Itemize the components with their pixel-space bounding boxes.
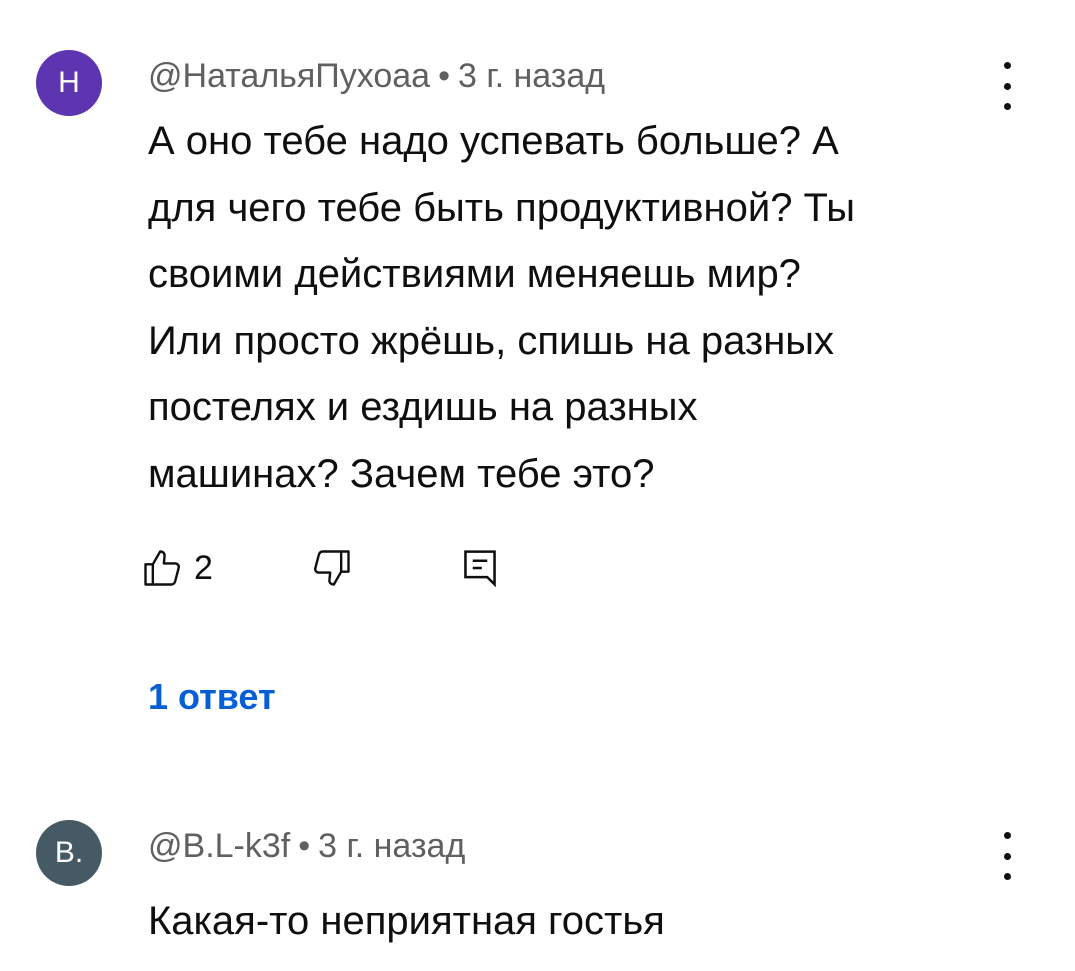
comment-meta: @B.L-k3f • 3 г. назад (148, 826, 465, 866)
author-name[interactable]: @B.L-k3f (148, 827, 290, 865)
comment-text-line: для чего тебе быть продуктивной? Ты (148, 185, 855, 230)
comment-text-line: Какая-то неприятная гостья (148, 899, 665, 943)
more-vertical-icon[interactable] (990, 62, 1024, 110)
thumbs-up-icon (144, 550, 180, 586)
comment-time: 3 г. назад (318, 827, 466, 865)
comment-meta: @НатальяПухоаа • 3 г. назад (148, 56, 605, 96)
avatar[interactable]: B. (36, 820, 102, 886)
comment-text-line: Или просто жрёшь, спишь на разных (148, 318, 835, 363)
reply-button[interactable] (460, 540, 500, 596)
thumbs-down-icon (314, 550, 350, 586)
comment-text-line: своими действиями меняешь мир? (148, 252, 801, 296)
comment-time: 3 г. назад (457, 57, 606, 95)
like-count: 2 (194, 548, 213, 587)
comment-text: А оно тебе надо успевать больше? А для ч… (148, 108, 978, 507)
more-vertical-icon[interactable] (990, 832, 1024, 880)
view-replies-link[interactable]: 1 ответ (148, 676, 276, 718)
comment-text-line: машинах? Зачем тебе это? (148, 451, 655, 496)
comment-text-line: А оно тебе надо успевать больше? А (148, 119, 839, 163)
comment-text: Какая-то неприятная гостья (148, 888, 978, 955)
meta-separator: • (298, 827, 311, 865)
comment-actions: 2 (140, 540, 560, 596)
author-name[interactable]: @НатальяПухоаа (148, 57, 430, 95)
comment-text-line: постелях и ездишь на разных (148, 385, 698, 429)
comment-reply-icon (464, 550, 496, 588)
avatar[interactable]: Н (36, 50, 102, 116)
dislike-button[interactable] (310, 540, 354, 596)
meta-separator: • (438, 57, 450, 95)
like-button[interactable]: 2 (140, 540, 213, 596)
